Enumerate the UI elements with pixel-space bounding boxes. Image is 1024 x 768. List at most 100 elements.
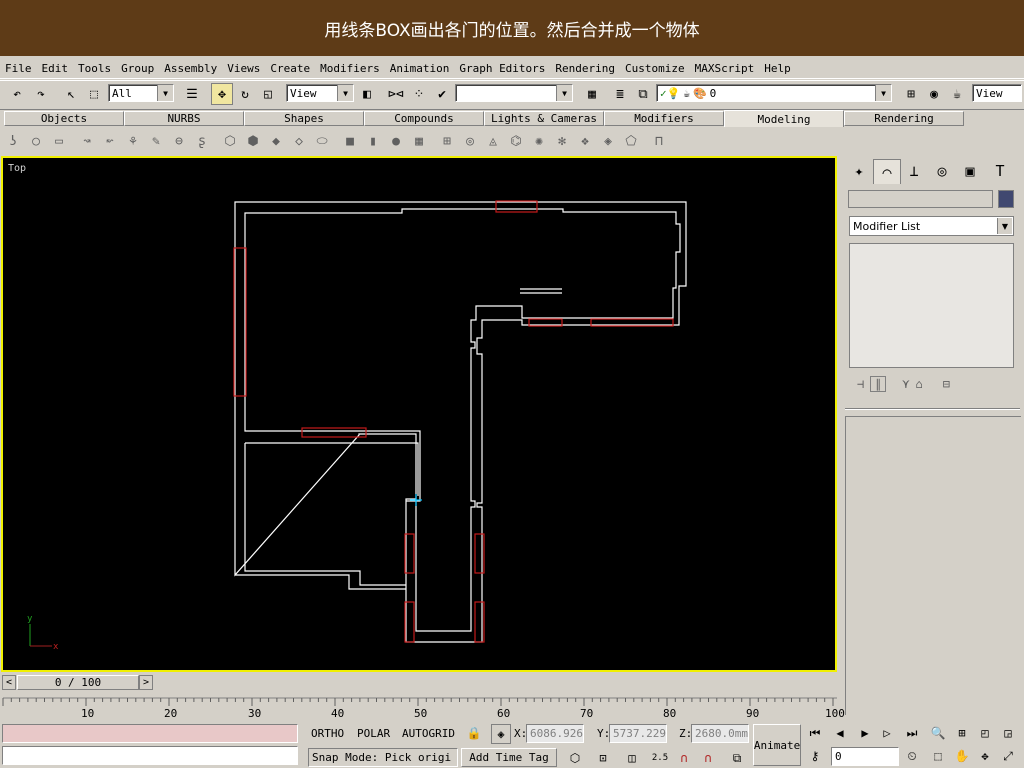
redo-icon[interactable]: ↷: [30, 83, 52, 105]
spinner-snap-icon[interactable]: 2.5: [651, 749, 669, 767]
rectangle-icon[interactable]: ▭: [49, 131, 69, 151]
bevel-icon[interactable]: ◬: [483, 131, 503, 151]
zoom-icon[interactable]: 🔍: [929, 724, 947, 742]
edit-named-selection-icon[interactable]: ⧉: [728, 749, 746, 767]
select-by-name-icon[interactable]: ☰: [181, 83, 203, 105]
utilities-panel-icon[interactable]: T: [987, 159, 1013, 183]
tessellate-icon[interactable]: ◈: [598, 131, 618, 151]
material-editor-icon[interactable]: ◉: [923, 83, 945, 105]
grid-icon[interactable]: ▦: [409, 131, 429, 151]
stretch-icon[interactable]: ⊖: [169, 131, 189, 151]
modifier-list-dropdown[interactable]: Modifier List ▼: [849, 216, 1014, 236]
box-icon[interactable]: ■: [340, 131, 360, 151]
lathe-icon[interactable]: ◎: [460, 131, 480, 151]
vol-select-icon[interactable]: ◇: [289, 131, 309, 151]
modify-panel-icon[interactable]: ⌒: [873, 159, 901, 184]
arc-rotate-icon[interactable]: ✥: [976, 747, 994, 765]
percent-snap-icon[interactable]: ◫: [623, 749, 641, 767]
relax-icon[interactable]: ✻: [552, 131, 572, 151]
tab-compounds[interactable]: Compounds: [364, 111, 484, 126]
magnet-percent-icon[interactable]: ∩: [699, 749, 717, 767]
create-panel-icon[interactable]: ✦: [846, 159, 872, 183]
uvw-map-icon[interactable]: ⊞: [437, 131, 457, 151]
snap-3d-icon[interactable]: ⬡: [566, 749, 584, 767]
go-to-start-icon[interactable]: ⏮: [806, 724, 824, 742]
object-name-field[interactable]: [848, 190, 993, 208]
zoom-extents-icon[interactable]: ◰: [976, 724, 994, 742]
cylinder-icon[interactable]: ▮: [363, 131, 383, 151]
hierarchy-panel-icon[interactable]: ⊥: [901, 159, 927, 183]
menu-file[interactable]: File: [0, 62, 37, 75]
tab-modeling[interactable]: Modeling: [724, 110, 844, 127]
display-panel-icon[interactable]: ▣: [957, 159, 983, 183]
prompt-line-field[interactable]: [2, 746, 298, 765]
time-slider[interactable]: 0 / 100: [17, 675, 139, 690]
twist-icon[interactable]: ↜: [100, 131, 120, 151]
motion-panel-icon[interactable]: ◎: [929, 159, 955, 183]
menu-edit[interactable]: Edit: [37, 62, 74, 75]
rotate-icon[interactable]: ↻: [234, 83, 256, 105]
menu-modifiers[interactable]: Modifiers: [315, 62, 385, 75]
mesh-select-icon[interactable]: ◆: [266, 131, 286, 151]
menu-animation[interactable]: Animation: [385, 62, 455, 75]
y-coordinate-field[interactable]: 5737.229: [609, 724, 667, 743]
scale-icon[interactable]: ◱: [257, 83, 279, 105]
render-scene-icon[interactable]: ☕: [946, 83, 968, 105]
taper-icon[interactable]: ⚘: [123, 131, 143, 151]
show-end-result-icon[interactable]: ∥: [870, 376, 887, 392]
maximize-viewport-icon[interactable]: ⤢: [999, 747, 1017, 765]
mirror-icon[interactable]: ⊳⊲: [385, 83, 407, 105]
layer-manager-icon[interactable]: ≣: [609, 83, 631, 105]
tab-objects[interactable]: Objects: [4, 111, 124, 126]
move-icon[interactable]: ✥: [211, 83, 233, 105]
array-icon[interactable]: ⁘: [408, 83, 430, 105]
named-selection-dropdown[interactable]: ▼: [455, 84, 573, 102]
z-coordinate-field[interactable]: 2680.0mm: [691, 724, 749, 743]
schematic-view-icon[interactable]: ⊞: [900, 83, 922, 105]
tab-rendering[interactable]: Rendering: [844, 111, 964, 126]
polar-toggle[interactable]: POLAR: [357, 727, 390, 740]
play-icon[interactable]: ▶: [856, 724, 874, 742]
animate-button[interactable]: Animate: [753, 724, 801, 766]
remove-modifier-icon[interactable]: ⌂: [915, 377, 922, 391]
cap-holes-icon[interactable]: ⬠: [621, 131, 641, 151]
modifier-stack[interactable]: [849, 243, 1014, 368]
render-type-dropdown[interactable]: View: [972, 84, 1022, 102]
region-zoom-icon[interactable]: ⬚: [929, 747, 947, 765]
angle-snap-icon[interactable]: ⊡: [594, 749, 612, 767]
layers-icon[interactable]: ⧉: [632, 83, 654, 105]
edit-mesh-icon[interactable]: ⬡: [220, 131, 240, 151]
next-frame-arrow-icon[interactable]: >: [139, 675, 153, 690]
tab-modifiers[interactable]: Modifiers: [604, 111, 724, 126]
menu-rendering[interactable]: Rendering: [550, 62, 620, 75]
menu-maxscript[interactable]: MAXScript: [690, 62, 760, 75]
meshsmooth-icon[interactable]: ❖: [575, 131, 595, 151]
x-coordinate-field[interactable]: 6086.926: [526, 724, 584, 743]
current-frame-field[interactable]: 0: [831, 747, 899, 766]
lock-icon[interactable]: 🔒: [465, 724, 483, 742]
skew-icon[interactable]: ʂ: [192, 131, 212, 151]
sphere-icon[interactable]: ●: [386, 131, 406, 151]
pin-stack-icon[interactable]: ⊣: [857, 377, 864, 391]
circle-icon[interactable]: ○: [26, 131, 46, 151]
add-time-tag-button[interactable]: Add Time Tag: [461, 748, 557, 767]
previous-frame-icon[interactable]: ◀: [831, 724, 849, 742]
zoom-extents-all-icon[interactable]: ◲: [999, 724, 1017, 742]
menu-views[interactable]: Views: [222, 62, 265, 75]
tab-nurbs[interactable]: NURBS: [124, 111, 244, 126]
configure-sets-icon[interactable]: ⊟: [943, 377, 950, 391]
tab-lights-cameras[interactable]: Lights & Cameras: [484, 111, 604, 126]
zoom-all-icon[interactable]: ⊞: [953, 724, 971, 742]
menu-assembly[interactable]: Assembly: [159, 62, 222, 75]
top-viewport[interactable]: Top y x: [1, 156, 837, 672]
menu-help[interactable]: Help: [759, 62, 796, 75]
bend-icon[interactable]: ↝: [77, 131, 97, 151]
menu-create[interactable]: Create: [265, 62, 315, 75]
noise-icon[interactable]: ✎: [146, 131, 166, 151]
menu-graph-editors[interactable]: Graph Editors: [454, 62, 550, 75]
ortho-toggle[interactable]: ORTHO: [311, 727, 344, 740]
tab-shapes[interactable]: Shapes: [244, 111, 364, 126]
next-frame-icon[interactable]: ▷: [878, 724, 896, 742]
time-configuration-icon[interactable]: ⏲: [903, 747, 921, 765]
go-to-end-icon[interactable]: ⏭: [903, 724, 921, 742]
